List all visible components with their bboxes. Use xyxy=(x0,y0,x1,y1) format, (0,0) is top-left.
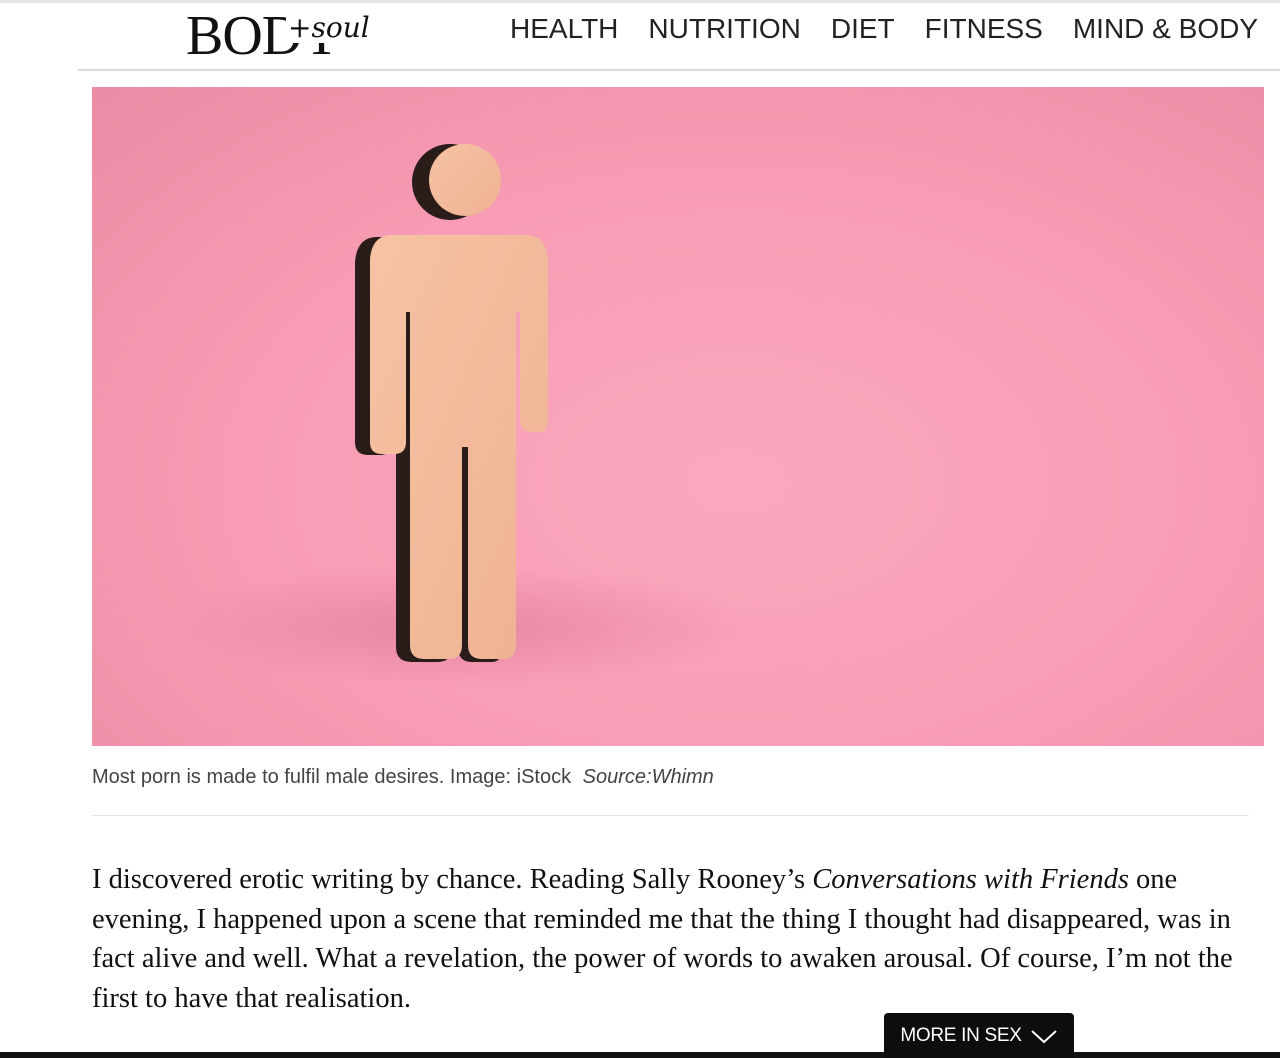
more-in-sex-label: MORE IN SEX xyxy=(900,1024,1022,1046)
bottom-bar xyxy=(0,1052,1280,1058)
nav-item-fitness[interactable]: FITNESS xyxy=(925,13,1043,45)
caption-divider xyxy=(92,815,1249,816)
article-text-start: I discovered erotic writing by chance. R… xyxy=(92,864,813,895)
hero-image xyxy=(92,87,1264,746)
wooden-figure-illustration xyxy=(152,144,752,687)
chevron-down-icon xyxy=(1030,1029,1057,1043)
site-logo[interactable]: BODY +soul xyxy=(186,8,372,64)
nav-item-diet[interactable]: DIET xyxy=(831,13,895,45)
more-in-sex-button[interactable]: MORE IN SEX xyxy=(884,1013,1074,1058)
main-nav: HEALTH NUTRITION DIET FITNESS MIND & BOD… xyxy=(510,13,1258,45)
nav-item-health[interactable]: HEALTH xyxy=(510,13,618,45)
caption-text: Most porn is made to fulfil male desires… xyxy=(92,766,572,788)
site-header: BODY +soul HEALTH NUTRITION DIET FITNESS… xyxy=(78,3,1280,71)
book-title: Conversations with Friends xyxy=(812,864,1129,895)
nav-item-nutrition[interactable]: NUTRITION xyxy=(648,13,800,45)
image-caption: Most porn is made to fulfil male desires… xyxy=(92,766,714,789)
caption-source: Source:Whimn xyxy=(582,766,714,788)
article-paragraph: I discovered erotic writing by chance. R… xyxy=(92,860,1252,1018)
nav-item-mind-body[interactable]: MIND & BODY xyxy=(1073,13,1258,45)
logo-sub-text: +soul xyxy=(286,11,372,44)
